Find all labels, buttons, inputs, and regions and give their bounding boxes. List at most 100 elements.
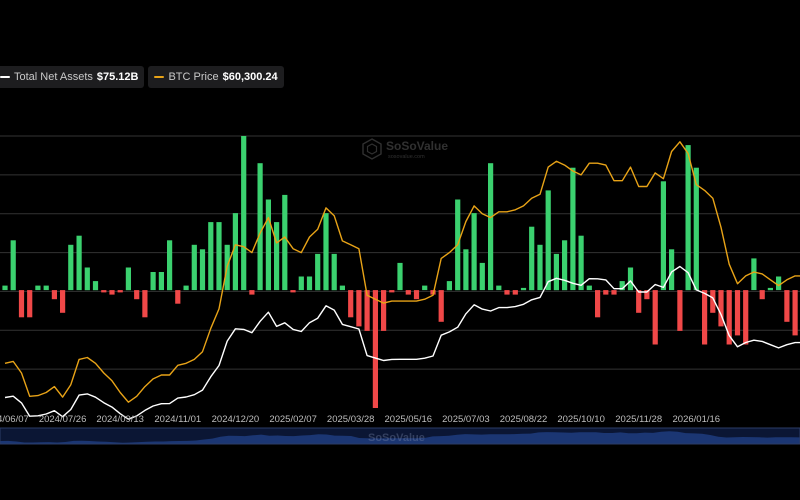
flow-bar [767, 287, 773, 291]
flow-bar [479, 262, 485, 291]
range-navigator[interactable]: SoSoValue [0, 427, 800, 445]
flow-bar [446, 281, 452, 291]
x-tick-label: 2024/06/07 [0, 414, 29, 425]
flow-bar [372, 290, 378, 408]
flow-bar [51, 290, 57, 300]
flow-bar [381, 290, 387, 331]
x-tick-label: 2025/11/28 [615, 414, 662, 425]
grid-lines [0, 135, 800, 370]
x-tick-label: 2025/03/28 [327, 414, 375, 425]
flow-bar [677, 290, 683, 331]
flow-bar [158, 272, 164, 291]
flow-bar [232, 213, 238, 291]
flow-bar [595, 290, 601, 318]
flow-bar [183, 285, 189, 291]
flow-bar [611, 290, 617, 295]
flow-bar [397, 262, 403, 291]
net-flow-bars [2, 136, 798, 408]
flow-bar [586, 285, 592, 291]
flow-bar [257, 163, 263, 291]
flow-bar [167, 240, 173, 291]
flow-bar [743, 290, 749, 345]
flow-bar [422, 285, 428, 291]
flow-bar [134, 290, 140, 300]
flow-bar [751, 258, 757, 291]
flow-bar [216, 222, 222, 291]
flow-bar [274, 222, 280, 291]
flow-bar [438, 290, 444, 322]
flow-bar [553, 253, 559, 291]
flow-bar [529, 226, 535, 291]
flow-bar [792, 290, 798, 336]
flow-bar [282, 194, 288, 291]
flow-bar [290, 290, 296, 293]
x-tick-label: 2025/02/07 [269, 414, 317, 425]
flow-bar [413, 290, 420, 300]
flow-bar [208, 222, 214, 291]
flow-bar [562, 240, 568, 291]
watermark: SoSoValue sosovalue.com [362, 138, 448, 160]
flow-bar [175, 290, 181, 304]
flow-bar [636, 290, 642, 313]
flow-bar [298, 276, 304, 291]
flow-bar [109, 290, 115, 295]
x-tick-label: 2025/05/16 [385, 414, 433, 425]
flow-bar [603, 290, 609, 295]
flow-bar [488, 163, 494, 291]
flow-bar [669, 249, 675, 291]
flow-bar [776, 276, 782, 291]
flow-bar [627, 267, 634, 291]
flow-bar [578, 235, 584, 291]
flow-bar [10, 240, 16, 291]
flow-bar [545, 190, 551, 291]
flow-bar [150, 272, 156, 291]
flow-bar [18, 290, 25, 318]
flow-bar [191, 244, 197, 291]
flow-bar [702, 290, 708, 345]
flow-bar [512, 290, 518, 295]
x-tick-label: 2025/07/03 [442, 414, 490, 425]
flow-bar [60, 290, 66, 313]
sosovalue-logo-icon [362, 138, 382, 160]
flow-bar [142, 290, 148, 318]
flow-bar [84, 267, 90, 291]
x-tick-label: 2025/08/22 [500, 414, 548, 425]
flow-bar [348, 290, 354, 318]
flow-bar [339, 285, 345, 291]
watermark-brand: SoSoValue [386, 139, 448, 153]
x-tick-label: 2024/09/13 [96, 414, 144, 425]
flow-bar [570, 167, 576, 291]
flow-bar [199, 249, 206, 291]
etf-flow-chart: SoSoValue sosovalue.com 2024/06/07 2024/0… [0, 135, 800, 445]
flow-bar [323, 213, 329, 291]
flow-bar [265, 199, 271, 291]
flow-bar [241, 136, 247, 291]
flow-bar [249, 290, 255, 295]
flow-bar [660, 181, 666, 291]
flow-bar [734, 290, 741, 336]
flow-bar [68, 244, 74, 291]
x-tick-label: 2024/12/20 [212, 414, 260, 425]
flow-bar [43, 285, 49, 291]
flow-bar [92, 281, 99, 291]
x-tick-label: 2024/07/26 [39, 414, 87, 425]
flow-bar [652, 290, 658, 345]
flow-bar [784, 290, 790, 322]
flow-bar [685, 145, 691, 291]
flow-bar [117, 290, 123, 293]
flow-bar [2, 285, 8, 291]
flow-bar [356, 290, 362, 327]
flow-bar [35, 285, 41, 291]
flow-bar [389, 290, 395, 293]
x-tick-label: 2026/01/16 [673, 414, 721, 425]
flow-bar [520, 287, 527, 291]
flow-bar [759, 290, 765, 300]
flow-bar [27, 290, 33, 318]
x-tick-label: 2024/11/01 [154, 414, 201, 425]
flow-bar [331, 253, 337, 291]
flow-bar [496, 285, 502, 291]
watermark-sub: sosovalue.com [388, 154, 425, 160]
flow-bar [537, 244, 543, 291]
flow-bar [315, 253, 321, 291]
flow-bar [125, 267, 131, 291]
